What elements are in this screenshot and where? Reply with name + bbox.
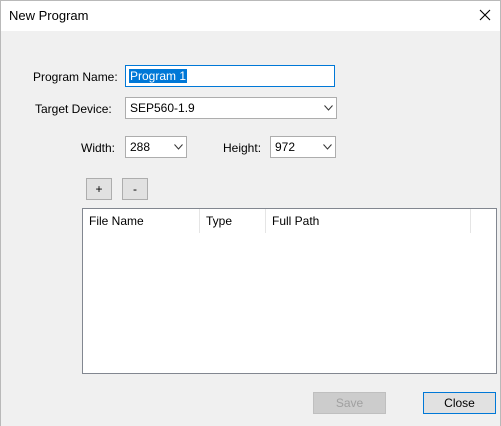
file-list[interactable]: File Name Type Full Path xyxy=(82,208,497,374)
dialog-body: Program Name: Program 1 Target Device: S… xyxy=(1,31,500,426)
title-bar: New Program xyxy=(1,1,500,31)
height-value: 972 xyxy=(275,140,296,154)
close-icon xyxy=(479,9,491,24)
height-label: Height: xyxy=(223,141,262,155)
column-file-name[interactable]: File Name xyxy=(83,209,200,233)
close-button[interactable]: Close xyxy=(423,392,496,414)
file-list-header: File Name Type Full Path xyxy=(83,209,496,233)
width-label: Width: xyxy=(81,141,116,155)
new-program-dialog: New Program Program Name: Program 1 Targ… xyxy=(0,0,501,426)
column-type[interactable]: Type xyxy=(200,209,266,233)
target-device-select[interactable]: SEP560-1.9 xyxy=(125,97,337,119)
width-select[interactable]: 288 xyxy=(125,136,187,158)
window-title: New Program xyxy=(9,8,89,23)
close-window-button[interactable] xyxy=(472,3,498,29)
target-device-label: Target Device: xyxy=(35,102,112,116)
add-file-button[interactable]: + xyxy=(86,178,112,200)
save-button[interactable]: Save xyxy=(313,392,386,414)
chevron-down-icon xyxy=(170,144,186,150)
program-name-label: Program Name: xyxy=(33,70,118,84)
target-device-value: SEP560-1.9 xyxy=(130,101,195,115)
remove-file-button[interactable]: - xyxy=(122,178,148,200)
height-select[interactable]: 972 xyxy=(270,136,336,158)
program-name-field[interactable]: Program 1 xyxy=(125,65,335,87)
chevron-down-icon xyxy=(320,105,336,111)
program-name-value[interactable]: Program 1 xyxy=(129,69,188,83)
chevron-down-icon xyxy=(319,144,335,150)
width-value: 288 xyxy=(130,140,151,154)
column-full-path[interactable]: Full Path xyxy=(266,209,471,233)
